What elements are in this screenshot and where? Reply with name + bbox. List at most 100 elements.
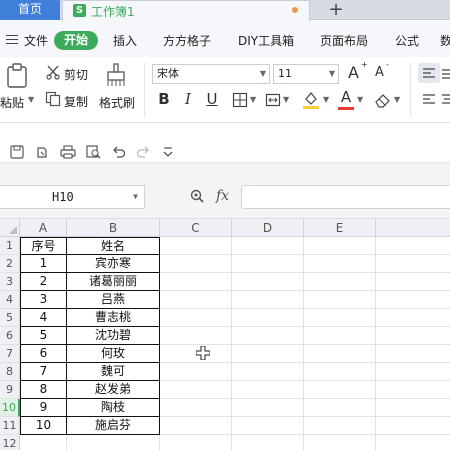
- empty-cell[interactable]: [376, 345, 450, 363]
- font-name-select[interactable]: 宋体 ▼: [152, 64, 270, 84]
- chevron-down-icon[interactable]: ▼: [323, 95, 329, 104]
- workbook-tab[interactable]: S 工作簿1: [62, 0, 310, 21]
- row-header[interactable]: 2: [0, 255, 20, 273]
- chevron-down-icon[interactable]: ▼: [394, 95, 400, 104]
- empty-cell[interactable]: [304, 309, 376, 327]
- column-header[interactable]: E: [304, 219, 376, 237]
- grow-font-button[interactable]: A: [348, 63, 359, 82]
- eraser-icon[interactable]: [374, 92, 392, 108]
- empty-cell[interactable]: [232, 399, 304, 417]
- empty-cell[interactable]: [160, 309, 232, 327]
- header-cell[interactable]: 序号: [20, 237, 67, 255]
- row-header[interactable]: 11: [0, 417, 20, 435]
- empty-cell[interactable]: [376, 237, 450, 255]
- menu-page-layout[interactable]: 页面布局: [320, 32, 368, 49]
- row-header[interactable]: 8: [0, 363, 20, 381]
- home-tab[interactable]: 首页: [0, 0, 60, 20]
- empty-cell[interactable]: [304, 363, 376, 381]
- name-box[interactable]: H10 ▼: [0, 185, 145, 209]
- empty-cell[interactable]: [304, 381, 376, 399]
- paste-dropdown-icon[interactable]: ▼: [28, 95, 34, 104]
- save-icon[interactable]: [10, 145, 24, 159]
- zoom-icon[interactable]: [190, 189, 204, 203]
- data-cell[interactable]: 魏可: [67, 363, 160, 381]
- scissors-icon[interactable]: [45, 64, 61, 80]
- empty-cell[interactable]: [376, 327, 450, 345]
- empty-cell[interactable]: [232, 309, 304, 327]
- undo-icon[interactable]: [112, 145, 126, 159]
- data-cell[interactable]: 9: [20, 399, 67, 417]
- paste-button[interactable]: 粘贴: [0, 94, 24, 111]
- empty-cell[interactable]: [160, 363, 232, 381]
- data-cell[interactable]: 施启芬: [67, 417, 160, 435]
- menu-file[interactable]: 文件: [24, 32, 48, 49]
- row-header[interactable]: 4: [0, 291, 20, 309]
- copy-icon[interactable]: [45, 91, 61, 107]
- empty-cell[interactable]: [304, 291, 376, 309]
- print-icon[interactable]: [60, 145, 76, 159]
- font-color-button[interactable]: A: [338, 88, 354, 106]
- data-cell[interactable]: 曹志桃: [67, 309, 160, 327]
- data-cell[interactable]: 10: [20, 417, 67, 435]
- chevron-down-icon[interactable]: ▼: [250, 95, 256, 104]
- empty-cell[interactable]: [67, 435, 160, 450]
- empty-cell[interactable]: [304, 255, 376, 273]
- insert-function-button[interactable]: fx: [216, 188, 229, 204]
- empty-cell[interactable]: [376, 399, 450, 417]
- row-header[interactable]: 9: [0, 381, 20, 399]
- data-cell[interactable]: 诸葛丽丽: [67, 273, 160, 291]
- empty-cell[interactable]: [160, 273, 232, 291]
- chevron-down-icon[interactable]: ▼: [283, 95, 289, 104]
- row-header[interactable]: 3: [0, 273, 20, 291]
- copy-button[interactable]: 复制: [64, 93, 88, 110]
- column-header[interactable]: C: [160, 219, 232, 237]
- print-preview-icon[interactable]: [86, 145, 102, 159]
- header-cell[interactable]: 姓名: [67, 237, 160, 255]
- formula-input[interactable]: [241, 185, 450, 209]
- empty-cell[interactable]: [304, 435, 376, 450]
- menu-formulas[interactable]: 公式: [395, 32, 419, 49]
- data-cell[interactable]: 陶枝: [67, 399, 160, 417]
- empty-cell[interactable]: [376, 291, 450, 309]
- align-left-icon[interactable]: [418, 91, 440, 109]
- data-cell[interactable]: 1: [20, 255, 67, 273]
- italic-button[interactable]: I: [180, 90, 196, 108]
- empty-cell[interactable]: [304, 327, 376, 345]
- empty-cell[interactable]: [304, 237, 376, 255]
- underline-button[interactable]: U: [204, 90, 220, 108]
- empty-cell[interactable]: [232, 291, 304, 309]
- bold-button[interactable]: B: [156, 90, 172, 108]
- empty-cell[interactable]: [160, 399, 232, 417]
- data-cell[interactable]: 赵发弟: [67, 381, 160, 399]
- data-cell[interactable]: 何玫: [67, 345, 160, 363]
- chevron-down-icon[interactable]: ▼: [357, 95, 363, 104]
- empty-cell[interactable]: [232, 237, 304, 255]
- data-cell[interactable]: 沈功碧: [67, 327, 160, 345]
- data-cell[interactable]: 2: [20, 273, 67, 291]
- redo-icon[interactable]: [136, 145, 150, 159]
- empty-cell[interactable]: [232, 435, 304, 450]
- row-header[interactable]: 12: [0, 435, 20, 450]
- menu-data[interactable]: 数: [440, 32, 450, 49]
- customize-toolbar-icon[interactable]: [162, 145, 174, 159]
- empty-cell[interactable]: [304, 399, 376, 417]
- hamburger-icon[interactable]: [6, 35, 18, 44]
- empty-cell[interactable]: [376, 273, 450, 291]
- empty-cell[interactable]: [304, 345, 376, 363]
- empty-cell[interactable]: [160, 327, 232, 345]
- data-cell[interactable]: 5: [20, 327, 67, 345]
- align-top-button[interactable]: [418, 63, 440, 83]
- data-cell[interactable]: 8: [20, 381, 67, 399]
- empty-cell[interactable]: [376, 363, 450, 381]
- data-cell[interactable]: 3: [20, 291, 67, 309]
- column-header[interactable]: A: [20, 219, 67, 237]
- empty-cell[interactable]: [232, 345, 304, 363]
- menu-home-tab[interactable]: 开始: [54, 31, 98, 50]
- font-size-select[interactable]: 11 ▼: [273, 64, 339, 84]
- menu-insert[interactable]: 插入: [113, 32, 137, 49]
- menu-diy-toolbox[interactable]: DIY工具箱: [238, 32, 294, 49]
- data-cell[interactable]: 宾亦寒: [67, 255, 160, 273]
- row-header[interactable]: 6: [0, 327, 20, 345]
- empty-cell[interactable]: [232, 273, 304, 291]
- borders-icon[interactable]: [232, 92, 248, 108]
